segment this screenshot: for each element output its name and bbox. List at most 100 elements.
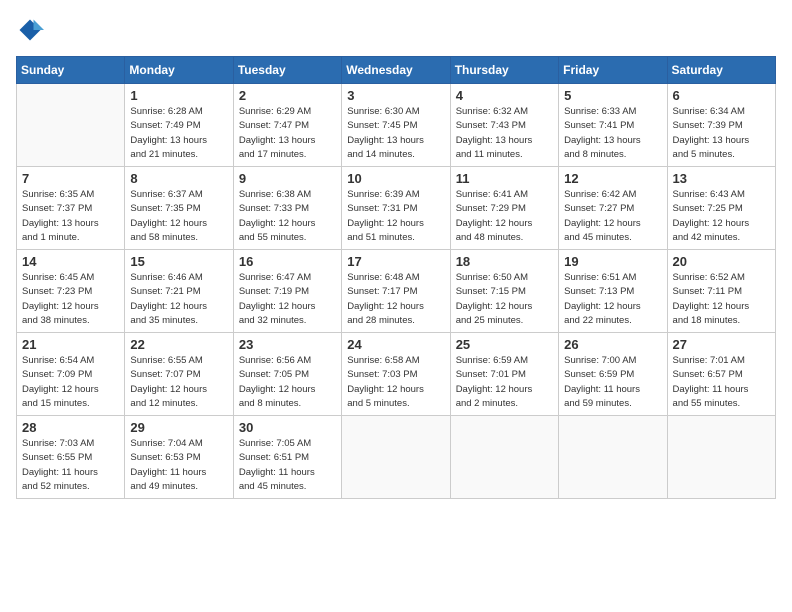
calendar-cell: 11 Sunrise: 6:41 AMSunset: 7:29 PMDayligh… bbox=[450, 167, 558, 250]
day-info: Sunrise: 6:47 AMSunset: 7:19 PMDaylight:… bbox=[239, 271, 336, 328]
weekday-header: Saturday bbox=[667, 57, 775, 84]
calendar-week-row: 7Sunrise: 6:35 AMSunset: 7:37 PMDaylight… bbox=[17, 167, 776, 250]
weekday-header: Tuesday bbox=[233, 57, 341, 84]
day-number: 21 bbox=[22, 337, 119, 352]
day-number: 26 bbox=[564, 337, 661, 352]
weekday-header: Friday bbox=[559, 57, 667, 84]
day-info: Sunrise: 6:45 AMSunset: 7:23 PMDaylight:… bbox=[22, 271, 119, 328]
day-number: 2 bbox=[239, 88, 336, 103]
day-number: 22 bbox=[130, 337, 227, 352]
calendar-cell: 5 Sunrise: 6:33 AMSunset: 7:41 PMDaylight… bbox=[559, 84, 667, 167]
day-number: 27 bbox=[673, 337, 770, 352]
day-number: 12 bbox=[564, 171, 661, 186]
day-info: Sunrise: 6:28 AMSunset: 7:49 PMDaylight:… bbox=[130, 105, 227, 162]
day-number: 19 bbox=[564, 254, 661, 269]
calendar-cell: 22 Sunrise: 6:55 AMSunset: 7:07 PMDayligh… bbox=[125, 333, 233, 416]
day-info: Sunrise: 6:29 AMSunset: 7:47 PMDaylight:… bbox=[239, 105, 336, 162]
day-info: Sunrise: 6:54 AMSunset: 7:09 PMDaylight:… bbox=[22, 354, 119, 411]
calendar-cell: 8 Sunrise: 6:37 AMSunset: 7:35 PMDaylight… bbox=[125, 167, 233, 250]
day-number: 3 bbox=[347, 88, 444, 103]
calendar-cell: 7Sunrise: 6:35 AMSunset: 7:37 PMDaylight… bbox=[17, 167, 125, 250]
day-info: Sunrise: 7:04 AMSunset: 6:53 PMDaylight:… bbox=[130, 437, 227, 494]
calendar-cell bbox=[667, 416, 775, 499]
day-info: Sunrise: 6:50 AMSunset: 7:15 PMDaylight:… bbox=[456, 271, 553, 328]
day-info: Sunrise: 6:51 AMSunset: 7:13 PMDaylight:… bbox=[564, 271, 661, 328]
calendar-cell bbox=[342, 416, 450, 499]
day-info: Sunrise: 6:41 AMSunset: 7:29 PMDaylight:… bbox=[456, 188, 553, 245]
day-info: Sunrise: 6:37 AMSunset: 7:35 PMDaylight:… bbox=[130, 188, 227, 245]
calendar-cell: 12 Sunrise: 6:42 AMSunset: 7:27 PMDayligh… bbox=[559, 167, 667, 250]
day-number: 28 bbox=[22, 420, 119, 435]
day-info: Sunrise: 6:55 AMSunset: 7:07 PMDaylight:… bbox=[130, 354, 227, 411]
day-info: Sunrise: 6:42 AMSunset: 7:27 PMDaylight:… bbox=[564, 188, 661, 245]
weekday-header: Sunday bbox=[17, 57, 125, 84]
calendar-cell: 2 Sunrise: 6:29 AMSunset: 7:47 PMDaylight… bbox=[233, 84, 341, 167]
day-number: 30 bbox=[239, 420, 336, 435]
day-info: Sunrise: 7:05 AMSunset: 6:51 PMDaylight:… bbox=[239, 437, 336, 494]
logo-icon bbox=[16, 16, 44, 44]
day-info: Sunrise: 6:39 AMSunset: 7:31 PMDaylight:… bbox=[347, 188, 444, 245]
calendar-cell bbox=[17, 84, 125, 167]
day-info: Sunrise: 6:35 AMSunset: 7:37 PMDaylight:… bbox=[22, 188, 119, 245]
calendar-cell: 23Sunrise: 6:56 AMSunset: 7:05 PMDayligh… bbox=[233, 333, 341, 416]
calendar-cell: 4Sunrise: 6:32 AMSunset: 7:43 PMDaylight… bbox=[450, 84, 558, 167]
day-info: Sunrise: 6:38 AMSunset: 7:33 PMDaylight:… bbox=[239, 188, 336, 245]
calendar-cell: 29 Sunrise: 7:04 AMSunset: 6:53 PMDayligh… bbox=[125, 416, 233, 499]
page-header bbox=[16, 16, 776, 44]
day-info: Sunrise: 6:52 AMSunset: 7:11 PMDaylight:… bbox=[673, 271, 770, 328]
calendar-cell: 16Sunrise: 6:47 AMSunset: 7:19 PMDayligh… bbox=[233, 250, 341, 333]
day-number: 29 bbox=[130, 420, 227, 435]
day-info: Sunrise: 6:33 AMSunset: 7:41 PMDaylight:… bbox=[564, 105, 661, 162]
day-number: 1 bbox=[130, 88, 227, 103]
day-number: 6 bbox=[673, 88, 770, 103]
calendar-cell: 26 Sunrise: 7:00 AMSunset: 6:59 PMDayligh… bbox=[559, 333, 667, 416]
day-info: Sunrise: 6:56 AMSunset: 7:05 PMDaylight:… bbox=[239, 354, 336, 411]
day-info: Sunrise: 6:34 AMSunset: 7:39 PMDaylight:… bbox=[673, 105, 770, 162]
calendar-cell: 21 Sunrise: 6:54 AMSunset: 7:09 PMDayligh… bbox=[17, 333, 125, 416]
weekday-header: Wednesday bbox=[342, 57, 450, 84]
calendar-table: SundayMondayTuesdayWednesdayThursdayFrid… bbox=[16, 56, 776, 499]
calendar-cell: 3 Sunrise: 6:30 AMSunset: 7:45 PMDaylight… bbox=[342, 84, 450, 167]
day-info: Sunrise: 6:58 AMSunset: 7:03 PMDaylight:… bbox=[347, 354, 444, 411]
calendar-cell: 13Sunrise: 6:43 AMSunset: 7:25 PMDayligh… bbox=[667, 167, 775, 250]
day-number: 15 bbox=[130, 254, 227, 269]
day-number: 9 bbox=[239, 171, 336, 186]
day-info: Sunrise: 6:59 AMSunset: 7:01 PMDaylight:… bbox=[456, 354, 553, 411]
calendar-cell: 6 Sunrise: 6:34 AMSunset: 7:39 PMDaylight… bbox=[667, 84, 775, 167]
calendar-cell bbox=[559, 416, 667, 499]
weekday-header: Monday bbox=[125, 57, 233, 84]
day-number: 4 bbox=[456, 88, 553, 103]
calendar-cell: 1 Sunrise: 6:28 AMSunset: 7:49 PMDaylight… bbox=[125, 84, 233, 167]
calendar-week-row: 28 Sunrise: 7:03 AMSunset: 6:55 PMDayligh… bbox=[17, 416, 776, 499]
day-info: Sunrise: 7:01 AMSunset: 6:57 PMDaylight:… bbox=[673, 354, 770, 411]
calendar-cell: 28 Sunrise: 7:03 AMSunset: 6:55 PMDayligh… bbox=[17, 416, 125, 499]
weekday-header: Thursday bbox=[450, 57, 558, 84]
day-number: 14 bbox=[22, 254, 119, 269]
calendar-cell: 30 Sunrise: 7:05 AMSunset: 6:51 PMDayligh… bbox=[233, 416, 341, 499]
logo bbox=[16, 16, 48, 44]
day-number: 8 bbox=[130, 171, 227, 186]
calendar-cell: 27 Sunrise: 7:01 AMSunset: 6:57 PMDayligh… bbox=[667, 333, 775, 416]
calendar-cell: 24Sunrise: 6:58 AMSunset: 7:03 PMDayligh… bbox=[342, 333, 450, 416]
day-number: 20 bbox=[673, 254, 770, 269]
day-info: Sunrise: 7:03 AMSunset: 6:55 PMDaylight:… bbox=[22, 437, 119, 494]
day-number: 11 bbox=[456, 171, 553, 186]
day-info: Sunrise: 6:30 AMSunset: 7:45 PMDaylight:… bbox=[347, 105, 444, 162]
day-number: 17 bbox=[347, 254, 444, 269]
calendar-cell: 9 Sunrise: 6:38 AMSunset: 7:33 PMDaylight… bbox=[233, 167, 341, 250]
day-info: Sunrise: 6:48 AMSunset: 7:17 PMDaylight:… bbox=[347, 271, 444, 328]
day-info: Sunrise: 7:00 AMSunset: 6:59 PMDaylight:… bbox=[564, 354, 661, 411]
calendar-week-row: 1 Sunrise: 6:28 AMSunset: 7:49 PMDaylight… bbox=[17, 84, 776, 167]
calendar-cell: 19 Sunrise: 6:51 AMSunset: 7:13 PMDayligh… bbox=[559, 250, 667, 333]
day-number: 18 bbox=[456, 254, 553, 269]
calendar-week-row: 14 Sunrise: 6:45 AMSunset: 7:23 PMDayligh… bbox=[17, 250, 776, 333]
calendar-cell: 25 Sunrise: 6:59 AMSunset: 7:01 PMDayligh… bbox=[450, 333, 558, 416]
day-number: 13 bbox=[673, 171, 770, 186]
calendar-cell: 10 Sunrise: 6:39 AMSunset: 7:31 PMDayligh… bbox=[342, 167, 450, 250]
day-number: 5 bbox=[564, 88, 661, 103]
calendar-cell: 17 Sunrise: 6:48 AMSunset: 7:17 PMDayligh… bbox=[342, 250, 450, 333]
day-number: 25 bbox=[456, 337, 553, 352]
day-info: Sunrise: 6:46 AMSunset: 7:21 PMDaylight:… bbox=[130, 271, 227, 328]
day-number: 10 bbox=[347, 171, 444, 186]
calendar-cell: 20 Sunrise: 6:52 AMSunset: 7:11 PMDayligh… bbox=[667, 250, 775, 333]
